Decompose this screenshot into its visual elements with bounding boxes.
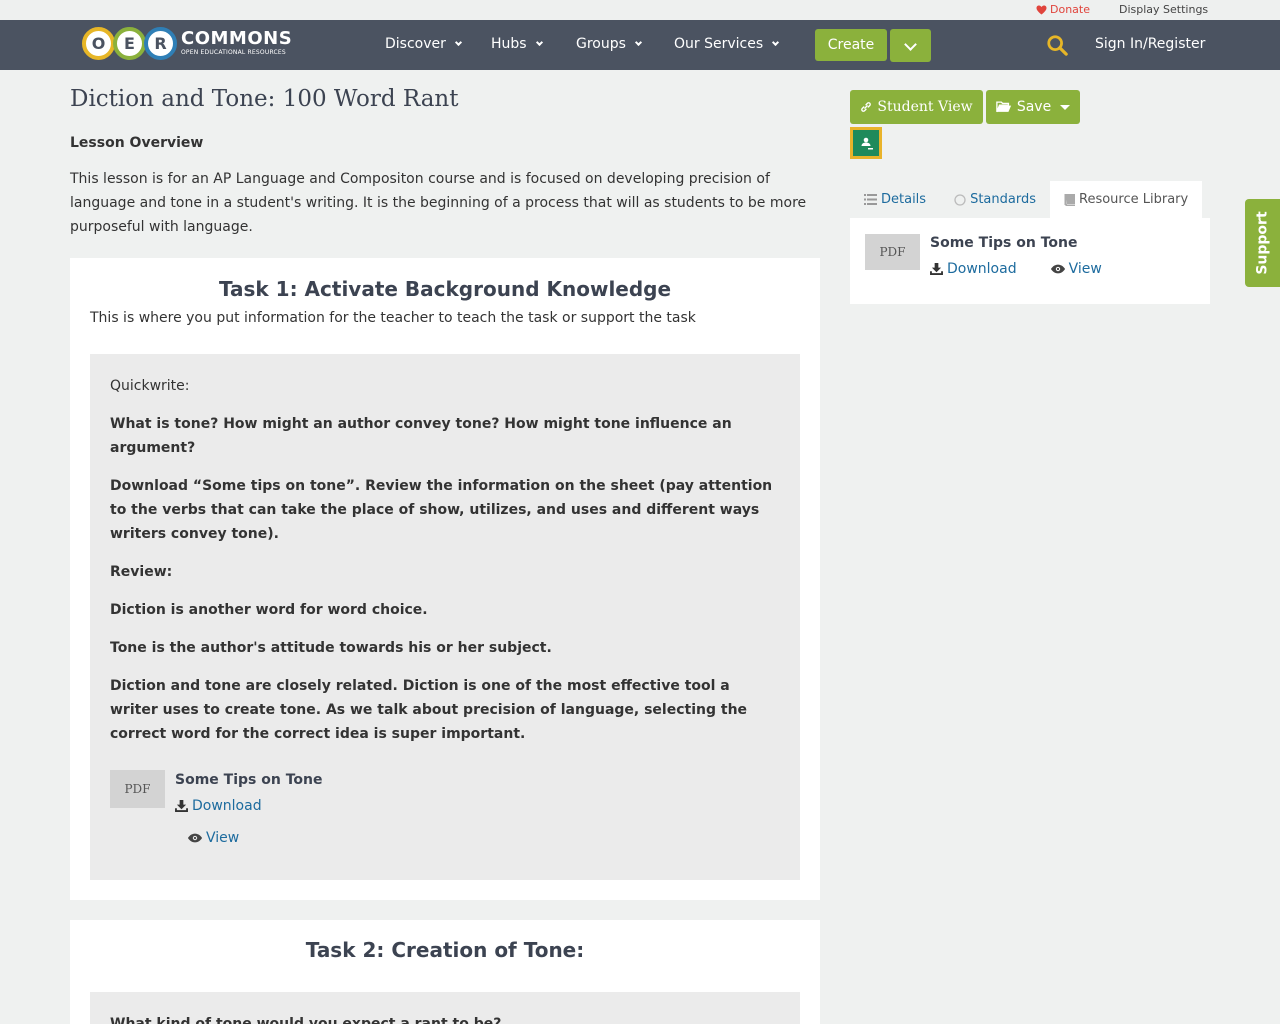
task-paragraph: What kind of tone would you expect a ran… — [110, 1016, 502, 1024]
chevron-down-icon — [454, 38, 462, 47]
nav-discover[interactable]: Discover — [385, 36, 462, 52]
tab-resource-library[interactable]: Resource Library — [1050, 181, 1203, 218]
task-paragraph: Review: — [110, 564, 173, 580]
download-label: Download — [192, 798, 262, 814]
resource-actions: Download View — [930, 261, 1102, 277]
task-paragraph: Download “Some tips on tone”. Review the… — [110, 478, 773, 542]
view-label: View — [1068, 261, 1102, 277]
support-label: Support — [1254, 211, 1271, 275]
display-settings-link[interactable]: Display Settings — [1119, 3, 1208, 16]
donate-link[interactable]: Donate — [1036, 3, 1090, 16]
circle-icon — [954, 193, 966, 206]
nav-groups[interactable]: Groups — [576, 36, 642, 52]
task-1-resource: PDF Some Tips on Tone Download View — [110, 770, 322, 846]
oer-commons-logo[interactable]: O E R COMMONS OPEN EDUCATIONAL RESOURCES — [82, 25, 292, 61]
logo-text: COMMONS OPEN EDUCATIONAL RESOURCES — [181, 30, 292, 56]
student-view-label: Student View — [877, 99, 973, 115]
list-icon — [864, 194, 877, 205]
tab-details-label: Details — [881, 192, 927, 207]
folder-open-icon — [996, 101, 1011, 113]
tab-standards-label: Standards — [970, 192, 1036, 207]
link-icon — [861, 102, 872, 112]
resource-download-link[interactable]: Download — [175, 798, 322, 814]
task-2-body: What kind of tone would you expect a ran… — [90, 992, 800, 1024]
sidebar-resource: PDF Some Tips on Tone Download View — [865, 234, 1102, 277]
task-paragraph: What is tone? How might an author convey… — [110, 416, 732, 456]
main-nav: O E R COMMONS OPEN EDUCATIONAL RESOURCES… — [0, 20, 1280, 70]
page-title: Diction and Tone: 100 Word Rant — [70, 86, 459, 112]
google-classroom-icon — [853, 130, 879, 156]
task-1-title: Task 1: Activate Background Knowledge — [218, 277, 672, 301]
create-button[interactable]: Create — [815, 29, 887, 61]
download-label: Download — [947, 261, 1017, 277]
task-paragraph: Tone is the author's attitude towards hi… — [110, 640, 552, 656]
google-classroom-share-button[interactable] — [850, 127, 882, 159]
lesson-overview-label: Lesson Overview — [70, 135, 204, 151]
save-button[interactable]: Save — [986, 90, 1080, 124]
logo-letter-r: R — [144, 26, 177, 60]
resource-view-link[interactable]: View — [1050, 261, 1102, 277]
nav-hubs[interactable]: Hubs — [491, 36, 543, 52]
resource-library-panel: PDF Some Tips on Tone Download View — [850, 218, 1210, 304]
task-2-title: Task 2: Creation of Tone: — [305, 938, 585, 962]
student-view-button[interactable]: Student View — [850, 90, 983, 124]
resource-view-link[interactable]: View — [188, 830, 322, 846]
create-dropdown-button[interactable] — [890, 29, 931, 62]
download-icon — [175, 800, 188, 812]
pdf-badge: PDF — [110, 770, 165, 808]
resource-info: Some Tips on Tone Download View — [930, 235, 1102, 277]
donate-label: Donate — [1050, 3, 1090, 16]
tab-details[interactable]: Details — [850, 181, 940, 218]
support-tab[interactable]: Support — [1245, 199, 1280, 287]
caret-down-icon — [1060, 104, 1071, 110]
search-icon[interactable] — [1046, 34, 1068, 56]
nav-groups-label: Groups — [576, 36, 626, 52]
nav-our-services[interactable]: Our Services — [674, 36, 780, 52]
lesson-overview-text: This lesson is for an AP Language and Co… — [70, 171, 807, 235]
chevron-down-icon — [535, 38, 543, 47]
pdf-badge: PDF — [865, 234, 920, 270]
utility-bar: Donate Display Settings — [0, 0, 1280, 20]
task-paragraph: Quickwrite: — [110, 378, 190, 394]
sidebar-tabs: Details Standards Resource Library — [850, 181, 1203, 218]
eye-icon — [1050, 264, 1065, 274]
task-paragraph: Diction is another word for word choice. — [110, 602, 428, 618]
download-icon — [930, 263, 943, 275]
save-label: Save — [1016, 99, 1052, 115]
task-1-body: Quickwrite: What is tone? How might an a… — [90, 354, 800, 880]
logo-title: COMMONS — [181, 28, 293, 49]
nav-our-services-label: Our Services — [674, 36, 764, 52]
chevron-down-icon — [904, 37, 917, 51]
eye-icon — [188, 833, 202, 843]
sign-in-register-link[interactable]: Sign In/Register — [1095, 36, 1205, 52]
nav-hubs-label: Hubs — [491, 36, 527, 52]
chevron-down-icon — [772, 38, 780, 47]
task-1-card: Task 1: Activate Background Knowledge Th… — [70, 258, 820, 900]
nav-discover-label: Discover — [385, 36, 446, 52]
book-icon — [1064, 193, 1075, 206]
resource-info: Some Tips on Tone Download View — [175, 772, 322, 846]
heart-icon — [1036, 4, 1047, 15]
task-2-card: Task 2: Creation of Tone: What kind of t… — [70, 920, 820, 1024]
chevron-down-icon — [634, 38, 642, 47]
resource-title: Some Tips on Tone — [175, 772, 323, 788]
task-paragraph: Diction and tone are closely related. Di… — [110, 678, 748, 742]
logo-letter-e: E — [113, 26, 146, 60]
tab-resource-library-label: Resource Library — [1079, 192, 1189, 207]
resource-download-link[interactable]: Download — [930, 261, 1017, 277]
task-1-note: This is where you put information for th… — [90, 310, 696, 326]
logo-letter-o: O — [82, 26, 115, 60]
logo-subtitle: OPEN EDUCATIONAL RESOURCES — [181, 49, 286, 56]
resource-title: Some Tips on Tone — [930, 235, 1078, 251]
view-label: View — [206, 830, 240, 846]
tab-standards[interactable]: Standards — [940, 181, 1050, 218]
